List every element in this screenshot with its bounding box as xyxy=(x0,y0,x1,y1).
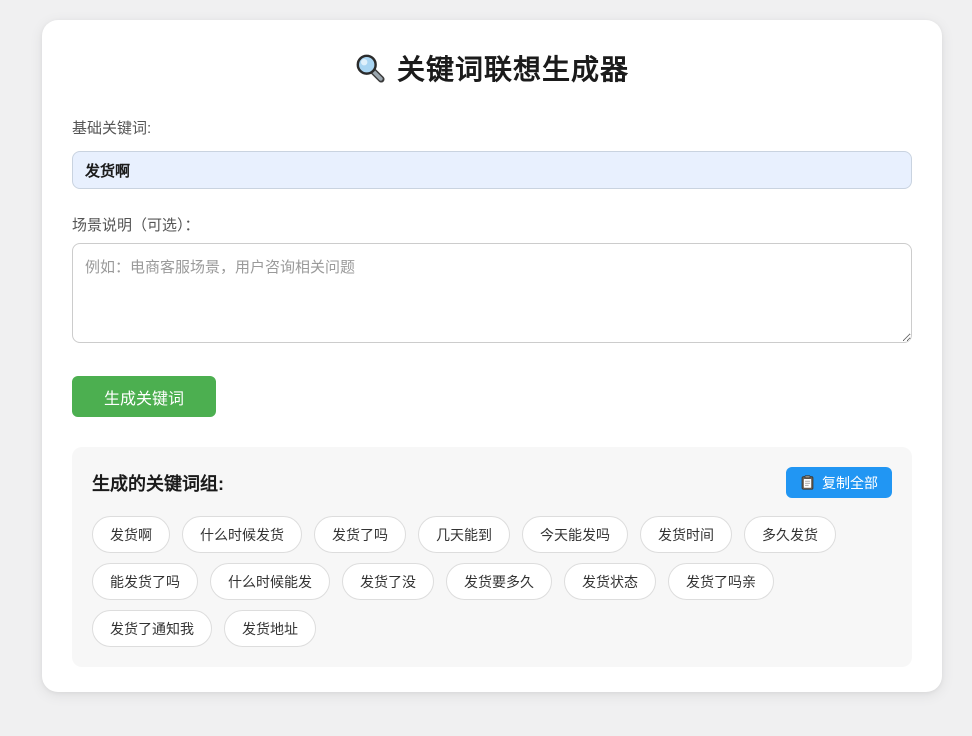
page-title: 关键词联想生成器 xyxy=(397,48,629,88)
keyword-chip[interactable]: 能发货了吗 xyxy=(92,563,198,600)
page-title-row: 关键词联想生成器 xyxy=(72,48,912,88)
results-panel: 生成的关键词组: 复制全部 发货啊什么时候发货发货了吗几天能到今天能发吗发货时间… xyxy=(72,447,912,667)
results-header-row: 生成的关键词组: 复制全部 xyxy=(92,467,892,498)
keyword-chip[interactable]: 什么时候发货 xyxy=(182,516,302,553)
keyword-chip[interactable]: 多久发货 xyxy=(744,516,836,553)
keyword-chip[interactable]: 发货地址 xyxy=(224,610,316,647)
results-header: 生成的关键词组: xyxy=(92,470,224,496)
keyword-chips: 发货啊什么时候发货发货了吗几天能到今天能发吗发货时间多久发货能发货了吗什么时候能… xyxy=(92,516,892,647)
clipboard-icon xyxy=(800,475,815,490)
keyword-chip[interactable]: 发货时间 xyxy=(640,516,732,553)
keyword-chip[interactable]: 发货了通知我 xyxy=(92,610,212,647)
keyword-chip[interactable]: 今天能发吗 xyxy=(522,516,628,553)
keyword-chip[interactable]: 发货了没 xyxy=(342,563,434,600)
keyword-generator-card: 关键词联想生成器 基础关键词: 场景说明（可选）： 生成关键词 生成的关键词组: xyxy=(42,20,942,692)
keyword-chip[interactable]: 几天能到 xyxy=(418,516,510,553)
copy-all-button[interactable]: 复制全部 xyxy=(786,467,892,498)
keyword-label: 基础关键词: xyxy=(72,120,912,138)
magnifier-icon xyxy=(355,53,385,83)
keyword-chip[interactable]: 发货了吗 xyxy=(314,516,406,553)
keyword-chip[interactable]: 发货状态 xyxy=(564,563,656,600)
keyword-input[interactable] xyxy=(72,151,912,189)
scene-label: 场景说明（可选）： xyxy=(72,217,912,235)
keyword-chip[interactable]: 发货要多久 xyxy=(446,563,552,600)
copy-all-label: 复制全部 xyxy=(822,473,878,493)
keyword-chip[interactable]: 发货啊 xyxy=(92,516,170,553)
scene-textarea[interactable] xyxy=(72,243,912,343)
generate-button[interactable]: 生成关键词 xyxy=(72,376,216,417)
keyword-chip[interactable]: 什么时候能发 xyxy=(210,563,330,600)
keyword-chip[interactable]: 发货了吗亲 xyxy=(668,563,774,600)
